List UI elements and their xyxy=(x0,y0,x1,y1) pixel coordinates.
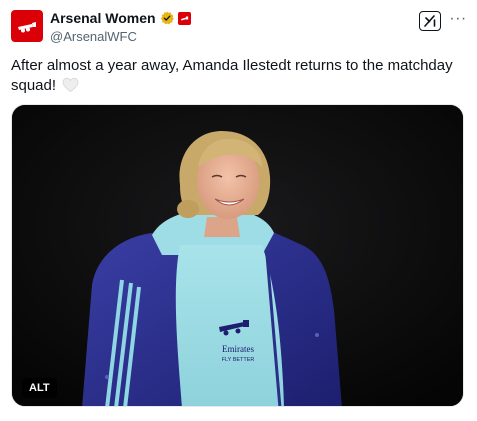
display-name[interactable]: Arsenal Women xyxy=(50,10,156,26)
tweet-photo[interactable]: Emirates FLY BETTER ALT xyxy=(11,104,464,407)
white-heart-icon xyxy=(62,77,79,99)
arsenal-cannon-logo-icon xyxy=(18,22,36,33)
tweet-text: After almost a year away, Amanda Ilested… xyxy=(11,56,461,99)
account-header: Arsenal Women @ArsenalWFC xyxy=(50,9,191,44)
verified-badge-icon[interactable] xyxy=(160,11,174,25)
more-dots-icon: ··· xyxy=(449,10,467,27)
shirt-sponsor-text: Emirates xyxy=(222,344,254,354)
shirt-sponsor-tagline: FLY BETTER xyxy=(222,357,255,363)
account-handle[interactable]: @ArsenalWFC xyxy=(50,29,191,44)
tweet: Arsenal Women @ArsenalWFC ··· After almo… xyxy=(0,0,477,421)
grok-icon xyxy=(424,15,436,27)
grok-button[interactable] xyxy=(419,11,441,31)
account-avatar[interactable] xyxy=(11,10,43,42)
more-options-button[interactable]: ··· xyxy=(449,10,467,28)
name-row: Arsenal Women xyxy=(50,9,191,27)
affiliate-badge-icon[interactable] xyxy=(177,11,191,25)
alt-text-button[interactable]: ALT xyxy=(22,378,57,398)
player-photo-image: Emirates FLY BETTER xyxy=(12,105,463,406)
